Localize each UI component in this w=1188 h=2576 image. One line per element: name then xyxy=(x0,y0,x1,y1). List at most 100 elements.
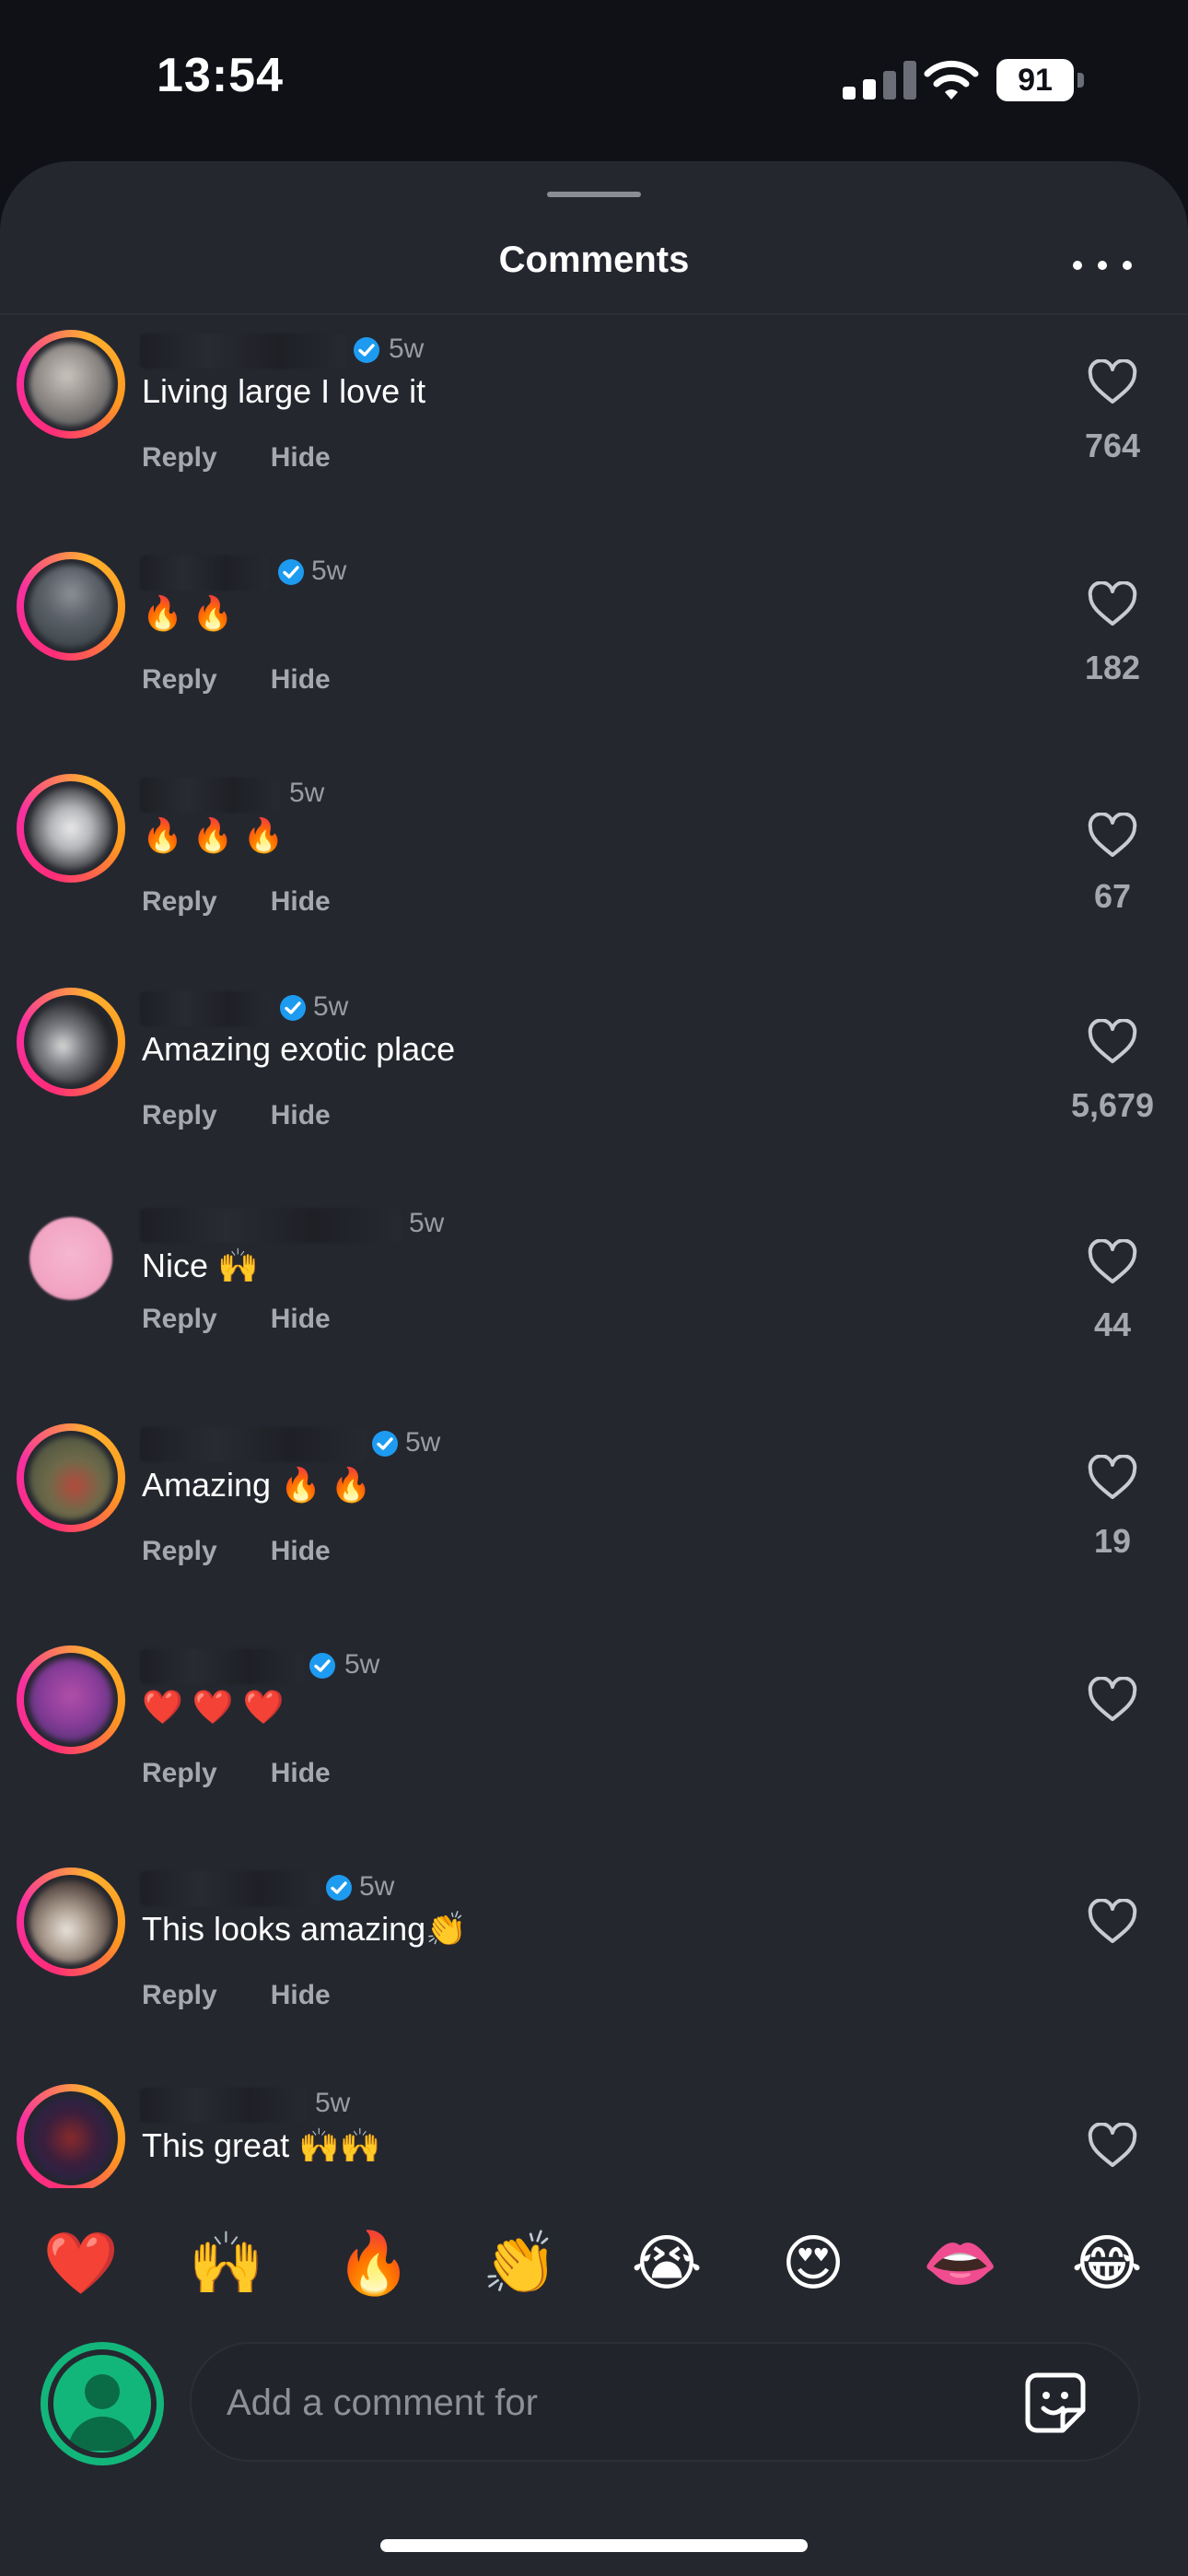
comment-item: 5w Living large I love it Reply Hide 764 xyxy=(0,322,1188,534)
reply-button[interactable]: Reply xyxy=(142,1100,217,1131)
reaction-heart[interactable]: ❤️ xyxy=(40,2221,122,2304)
comment-actions: Reply Hide xyxy=(142,442,331,474)
wifi-icon xyxy=(924,60,979,100)
reaction-clap[interactable]: 👏 xyxy=(479,2221,562,2304)
username[interactable] xyxy=(140,1871,320,1906)
comment-actions: Reply Hide xyxy=(142,1100,331,1131)
like-count: 182 xyxy=(1084,649,1141,686)
comment-text: Amazing 🔥 🔥 xyxy=(142,1466,372,1504)
reply-button[interactable]: Reply xyxy=(142,1536,217,1567)
signal-icon xyxy=(843,61,920,100)
verified-badge-icon xyxy=(309,1653,335,1679)
battery-icon: 91 xyxy=(996,59,1085,101)
reaction-laughing[interactable]: 😂 xyxy=(1066,2221,1148,2304)
reply-button[interactable]: Reply xyxy=(142,664,217,696)
verified-badge-icon xyxy=(326,1875,352,1901)
heart-icon[interactable] xyxy=(1087,1239,1138,1285)
sheet-grabber[interactable] xyxy=(547,192,641,197)
heart-icon[interactable] xyxy=(1087,1455,1138,1501)
comment-age: 5w xyxy=(359,1871,395,1902)
heart-icon[interactable] xyxy=(1087,813,1138,859)
hide-button[interactable]: Hide xyxy=(271,664,331,696)
reaction-lips[interactable]: 👄 xyxy=(919,2221,1002,2304)
comment-age: 5w xyxy=(311,556,347,586)
comment-text: This great 🙌🙌 xyxy=(142,2126,381,2164)
avatar[interactable] xyxy=(17,1204,125,1313)
heart-icon[interactable] xyxy=(1087,359,1138,405)
comment-age: 5w xyxy=(409,1208,445,1238)
hide-button[interactable]: Hide xyxy=(271,1758,331,1789)
comment-input-box[interactable] xyxy=(190,2342,1140,2462)
reply-button[interactable]: Reply xyxy=(142,1758,217,1789)
comment-item: 5w Amazing 🔥 🔥 Reply Hide 19 xyxy=(0,1416,1188,1628)
comment-text: Nice 🙌 xyxy=(142,1247,259,1284)
avatar[interactable] xyxy=(17,1645,125,1754)
comment-age: 5w xyxy=(315,2088,351,2118)
divider xyxy=(0,313,1188,315)
comment-input[interactable] xyxy=(225,2344,965,2462)
avatar[interactable] xyxy=(17,552,125,661)
reaction-raised-hands[interactable]: 🙌 xyxy=(185,2221,268,2304)
comment-age: 5w xyxy=(389,334,425,364)
reply-button[interactable]: Reply xyxy=(142,1980,217,2011)
heart-icon[interactable] xyxy=(1087,581,1138,627)
sheet-title: Comments xyxy=(498,240,690,280)
home-indicator[interactable] xyxy=(380,2539,808,2552)
reaction-heart-eyes[interactable]: 😍 xyxy=(772,2221,855,2304)
username[interactable] xyxy=(140,1427,367,1462)
comment-text: 🔥 🔥 xyxy=(142,594,234,632)
hide-button[interactable]: Hide xyxy=(271,1980,331,2011)
reaction-crying[interactable]: 😭 xyxy=(625,2221,708,2304)
like-count: 44 xyxy=(1093,1306,1132,1343)
verified-badge-icon xyxy=(372,1431,398,1457)
comment-actions: Reply Hide xyxy=(142,1536,331,1567)
reply-button[interactable]: Reply xyxy=(142,442,217,474)
comment-item: 5w ❤️ ❤️ ❤️ Reply Hide xyxy=(0,1638,1188,1850)
heart-icon[interactable] xyxy=(1087,1899,1138,1945)
reply-button[interactable]: Reply xyxy=(142,1304,217,1335)
status-time: 13:54 xyxy=(157,49,284,102)
comment-actions: Reply Hide xyxy=(142,1758,331,1789)
username[interactable] xyxy=(140,1208,402,1243)
like-count: 764 xyxy=(1084,427,1141,464)
quick-reactions-bar: ❤️ 🙌 🔥 👏 😭 😍 👄 😂 xyxy=(0,2188,1188,2326)
comment-text: ❤️ ❤️ ❤️ xyxy=(142,1688,285,1726)
comment-age: 5w xyxy=(405,1427,441,1458)
battery-level: 91 xyxy=(1018,63,1053,98)
hide-button[interactable]: Hide xyxy=(271,1100,331,1131)
like-count: 19 xyxy=(1093,1522,1132,1560)
comment-item: 5w This looks amazing👏 Reply Hide xyxy=(0,1860,1188,2072)
username[interactable] xyxy=(140,556,269,591)
status-bar: 13:54 91 xyxy=(0,0,1188,161)
username[interactable] xyxy=(140,991,273,1026)
hide-button[interactable]: Hide xyxy=(271,1304,331,1335)
avatar[interactable] xyxy=(17,2084,125,2193)
username[interactable] xyxy=(140,334,346,369)
hide-button[interactable]: Hide xyxy=(271,886,331,918)
username[interactable] xyxy=(140,778,280,813)
sticker-icon[interactable] xyxy=(1020,2368,1090,2438)
profile-avatar-icon[interactable] xyxy=(41,2342,164,2465)
heart-icon[interactable] xyxy=(1087,1019,1138,1065)
comment-item: 5w Amazing exotic place Reply Hide 5,679 xyxy=(0,980,1188,1192)
reaction-fire[interactable]: 🔥 xyxy=(332,2221,415,2304)
heart-icon[interactable] xyxy=(1087,1677,1138,1723)
heart-icon[interactable] xyxy=(1087,2123,1138,2169)
reply-button[interactable]: Reply xyxy=(142,886,217,918)
avatar[interactable] xyxy=(17,1868,125,1976)
like-count: 5,679 xyxy=(1070,1086,1155,1124)
comment-actions: Reply Hide xyxy=(142,886,331,918)
comment-text: Living large I love it xyxy=(142,372,426,410)
comment-age: 5w xyxy=(313,991,349,1022)
avatar[interactable] xyxy=(17,1423,125,1532)
avatar[interactable] xyxy=(17,774,125,883)
hide-button[interactable]: Hide xyxy=(271,1536,331,1567)
avatar[interactable] xyxy=(17,988,125,1096)
like-count: 67 xyxy=(1093,877,1132,915)
hide-button[interactable]: Hide xyxy=(271,442,331,474)
username[interactable] xyxy=(140,2088,306,2123)
username[interactable] xyxy=(140,1649,304,1684)
comment-composer xyxy=(0,2322,1188,2576)
avatar[interactable] xyxy=(17,330,125,439)
more-icon[interactable] xyxy=(1073,252,1132,279)
